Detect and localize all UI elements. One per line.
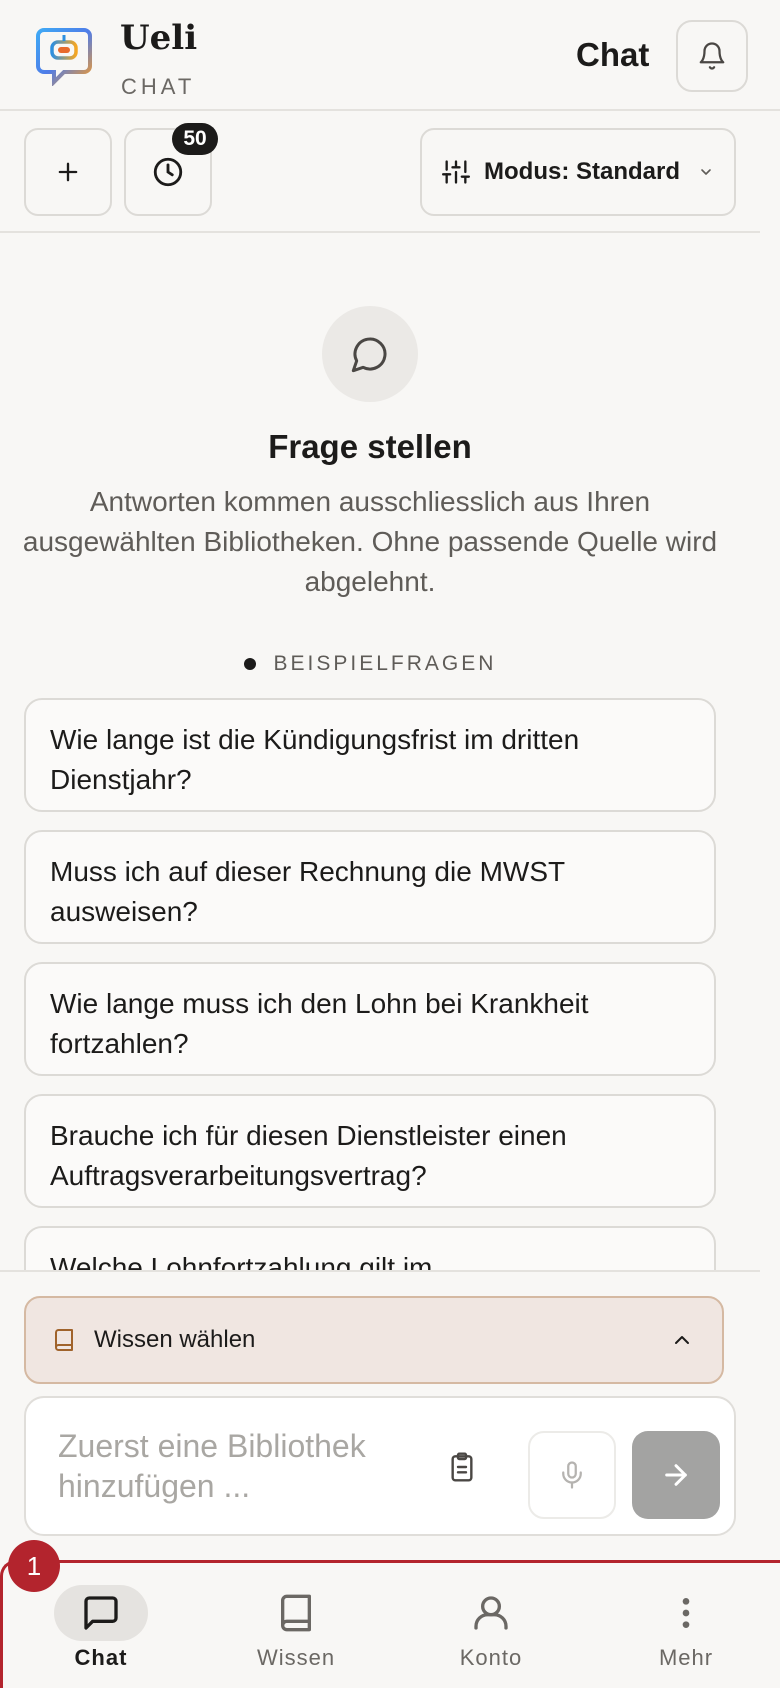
arrow-right-icon bbox=[665, 1464, 687, 1486]
divider bbox=[0, 1270, 760, 1272]
book-icon bbox=[55, 1329, 73, 1351]
microphone-button[interactable] bbox=[528, 1431, 616, 1519]
examples-heading-label: BEISPIELFRAGEN bbox=[273, 652, 497, 675]
brand-name: Ueli bbox=[120, 18, 198, 58]
knowledge-selector[interactable]: Wissen wählen bbox=[24, 1296, 724, 1384]
nav-label: Mehr bbox=[658, 1645, 714, 1670]
microphone-icon bbox=[562, 1461, 582, 1489]
clock-icon bbox=[153, 157, 183, 187]
bell-icon bbox=[699, 42, 725, 70]
bottom-navigation: Chat Wissen Konto Mehr bbox=[0, 1560, 780, 1688]
empty-state-title: Frage stellen bbox=[268, 428, 472, 465]
nav-icon-container bbox=[444, 1585, 538, 1641]
notifications-button[interactable] bbox=[676, 20, 748, 92]
page-title: Chat bbox=[576, 36, 650, 73]
mode-label: Modus: Standard bbox=[484, 158, 680, 185]
chat-toolbar: 50 Modus: Standard bbox=[0, 111, 760, 233]
message-circle-icon bbox=[322, 306, 418, 402]
user-icon bbox=[474, 1596, 508, 1630]
example-question[interactable]: Wie lange muss ich den Lohn bei Krankhei… bbox=[24, 962, 716, 1076]
message-input[interactable]: Zuerst eine Bibliothek hinzufügen ... bbox=[58, 1426, 418, 1506]
book-icon bbox=[281, 1594, 311, 1632]
example-question[interactable]: Muss ich auf dieser Rechnung die MWST au… bbox=[24, 830, 716, 944]
message-composer[interactable]: Zuerst eine Bibliothek hinzufügen ... bbox=[24, 1396, 736, 1536]
plus-icon bbox=[58, 162, 78, 182]
mode-dropdown[interactable]: Modus: Standard bbox=[420, 128, 736, 216]
nav-item-konto[interactable]: Konto bbox=[411, 1563, 571, 1688]
nav-label: Chat bbox=[74, 1645, 128, 1670]
knowledge-selector-label: Wissen wählen bbox=[94, 1326, 256, 1353]
history-count-badge: 50 bbox=[172, 123, 218, 155]
notification-badge[interactable]: 1 bbox=[8, 1540, 60, 1592]
sliders-icon bbox=[442, 160, 470, 184]
chevron-down-icon bbox=[701, 169, 711, 175]
example-question[interactable]: Brauche ich für diesen Dienstleister ein… bbox=[24, 1094, 716, 1208]
bullet-dot bbox=[243, 658, 256, 670]
chevron-up-icon bbox=[675, 1336, 689, 1344]
empty-state-description: Antworten kommen ausschliesslich aus Ihr… bbox=[22, 486, 718, 597]
nav-label: Wissen bbox=[256, 1645, 336, 1670]
clipboard-icon[interactable] bbox=[446, 1450, 478, 1484]
ueli-logo-icon bbox=[36, 26, 92, 87]
send-button[interactable] bbox=[632, 1431, 720, 1519]
example-question[interactable]: Wie lange ist die Kündigungsfrist im dri… bbox=[24, 698, 716, 812]
nav-icon-container bbox=[54, 1585, 148, 1641]
app-header: Ueli CHAT Chat bbox=[0, 0, 780, 111]
example-question[interactable]: Welche Lohnfortzahlung gilt im bbox=[24, 1226, 716, 1270]
more-vertical-icon bbox=[682, 1598, 690, 1628]
chat-bubble-icon bbox=[84, 1596, 118, 1630]
nav-icon-container bbox=[639, 1585, 733, 1641]
nav-icon-container bbox=[249, 1585, 343, 1641]
brand-subtitle: CHAT bbox=[121, 74, 196, 99]
new-chat-button[interactable] bbox=[24, 128, 112, 216]
examples-heading: BEISPIELFRAGEN bbox=[0, 652, 740, 676]
nav-item-wissen[interactable]: Wissen bbox=[216, 1563, 376, 1688]
example-questions-list[interactable]: Wie lange ist die Kündigungsfrist im dri… bbox=[0, 698, 760, 1270]
nav-label: Konto bbox=[459, 1645, 523, 1670]
nav-item-mehr[interactable]: Mehr bbox=[606, 1563, 766, 1688]
